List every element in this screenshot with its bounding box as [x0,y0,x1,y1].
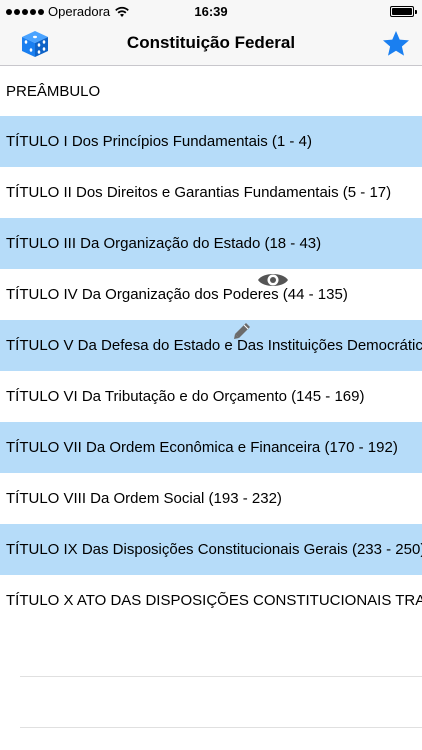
clock: 16:39 [194,4,228,19]
list-item-label: TÍTULO VI Da Tributação e do Orçamento (… [6,388,365,405]
list-item[interactable]: TÍTULO II Dos Direitos e Garantias Funda… [0,167,422,218]
battery-icon [390,6,417,17]
list-item-label: TÍTULO II Dos Direitos e Garantias Funda… [6,184,392,201]
empty-row [20,728,422,750]
list-item[interactable]: TÍTULO I Dos Princípios Fundamentais (1 … [0,116,422,167]
list-item[interactable]: TÍTULO VII Da Ordem Econômica e Financei… [0,422,422,473]
empty-row [20,626,422,677]
list-item-label: TÍTULO V Da Defesa do Estado e Das Insti… [6,337,422,354]
list-item-label: TÍTULO IX Das Disposições Constitucionai… [6,541,422,558]
list-item-label: PREÂMBULO [6,82,101,100]
list-item-label: TÍTULO VII Da Ordem Econômica e Financei… [6,439,398,456]
list-item[interactable]: TÍTULO V Da Defesa do Estado e Das Insti… [0,320,422,371]
list-item[interactable]: PREÂMBULO [0,66,422,116]
page-title: Constituição Federal [126,33,296,52]
star-icon[interactable] [380,28,412,60]
list-item-label: TÍTULO IV Da Organização dos Poderes (44… [6,286,348,303]
list-item-label: TÍTULO III Da Organização do Estado (18 … [6,235,322,252]
dice-icon[interactable] [20,29,50,59]
empty-row [20,677,422,728]
list-item-label: TÍTULO X ATO DAS DISPOSIÇÕES CONSTITUCIO… [6,592,422,609]
navigation-bar: Constituição Federal [0,22,422,66]
pencil-icon[interactable] [233,322,251,340]
list-item[interactable]: TÍTULO IV Da Organização dos Poderes (44… [0,269,422,320]
list-item[interactable]: TÍTULO VI Da Tributação e do Orçamento (… [0,371,422,422]
list-item[interactable]: TÍTULO VIII Da Ordem Social (193 - 232) [0,473,422,524]
titles-list: PREÂMBULO TÍTULO I Dos Princípios Fundam… [0,66,422,750]
list-item-label: TÍTULO VIII Da Ordem Social (193 - 232) [6,490,282,507]
list-item[interactable]: TÍTULO X ATO DAS DISPOSIÇÕES CONSTITUCIO… [0,575,422,626]
list-item-label: TÍTULO I Dos Princípios Fundamentais (1 … [6,133,312,150]
status-bar: Operadora 16:39 [0,0,422,22]
list-item[interactable]: TÍTULO IX Das Disposições Constitucionai… [0,524,422,575]
list-item[interactable]: TÍTULO III Da Organização do Estado (18 … [0,218,422,269]
eye-icon[interactable] [257,270,289,290]
